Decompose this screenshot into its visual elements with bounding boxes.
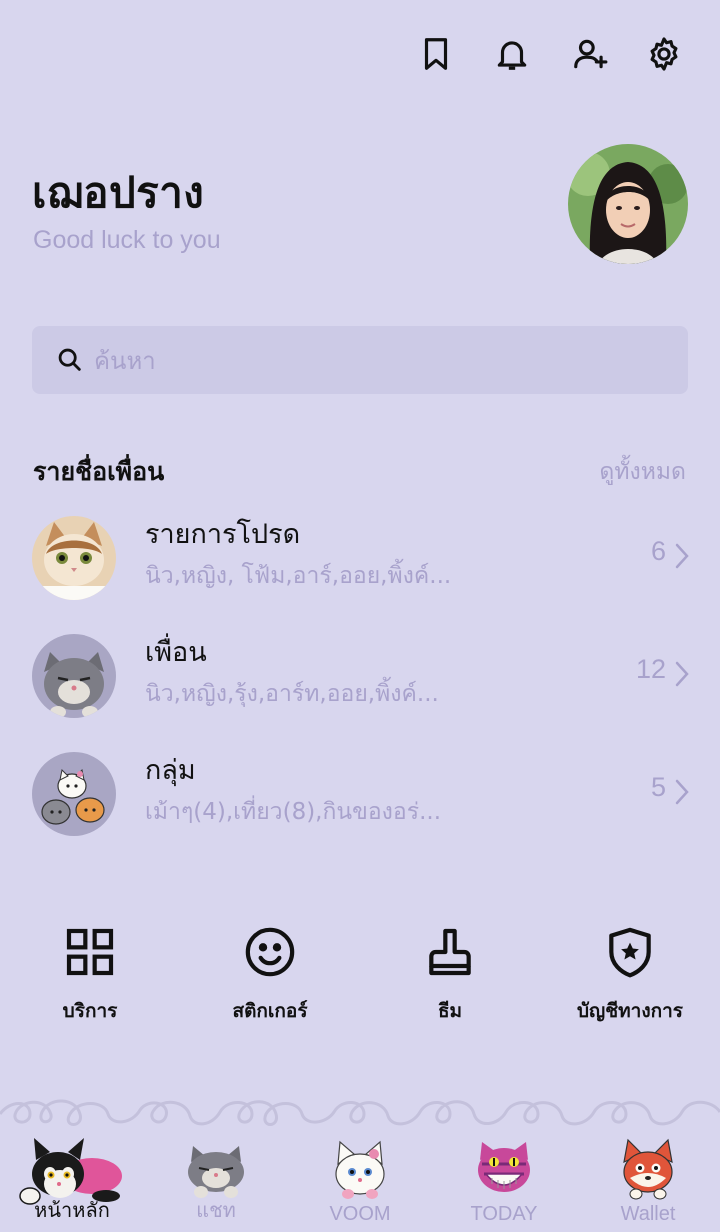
cat-photo-icon — [32, 516, 116, 600]
friends-section-title: รายชื่อเพื่อน — [33, 457, 165, 486]
grid-icon — [66, 928, 114, 976]
tab-today[interactable]: TODAY — [444, 1134, 564, 1232]
services-label: บริการ — [62, 1000, 118, 1022]
smiley-icon — [245, 927, 295, 977]
themes-label: ธีม — [437, 1000, 463, 1022]
bell-icon[interactable] — [490, 32, 534, 76]
friend-group-row-friends[interactable]: เพื่อน นิว,หญิง,รุ้ง,อาร์ท,ออย,พิ้งค์...… — [0, 622, 720, 726]
fox-icon — [623, 1138, 673, 1200]
cat-group-icon — [32, 752, 116, 836]
friend-group-members: เม้าๆ(4),เที่ยว(8),กินของอร่... — [145, 799, 442, 825]
stickers-button[interactable]: สติกเกอร์ — [180, 924, 360, 1034]
friend-group-label: รายการโปรด — [145, 519, 301, 550]
chevron-right-icon — [675, 543, 689, 569]
official-accounts-label: บัญชีทางการ — [577, 1000, 683, 1022]
profile-name[interactable]: เฌอปราง — [32, 160, 204, 226]
grey-cat-icon — [32, 634, 116, 718]
paint-brush-icon — [429, 928, 471, 976]
shield-star-icon — [609, 927, 651, 978]
avatar[interactable] — [568, 144, 688, 264]
stickers-label: สติกเกอร์ — [232, 1000, 308, 1022]
tab-today-label: TODAY — [470, 1203, 538, 1225]
bookmark-icon[interactable] — [414, 32, 458, 76]
tab-wallet[interactable]: Wallet — [588, 1134, 708, 1232]
chevron-right-icon — [675, 661, 689, 687]
see-all-link[interactable]: ดูทั้งหมด — [599, 454, 686, 490]
services-button[interactable]: บริการ — [0, 924, 180, 1034]
tab-home[interactable]: หน้าหลัก — [12, 1134, 132, 1232]
search-input[interactable] — [92, 326, 656, 396]
friend-group-count: 5 — [650, 772, 666, 802]
tab-wallet-label: Wallet — [620, 1203, 676, 1225]
white-cat-icon — [335, 1140, 385, 1199]
chevron-right-icon — [675, 779, 689, 805]
friend-group-label: กลุ่ม — [145, 755, 196, 786]
cheshire-cat-icon — [478, 1142, 530, 1192]
friend-group-row-favorites[interactable]: รายการโปรด นิว,หญิง, โฟ้ม,อาร์,ออย,พิ้งค… — [0, 504, 720, 608]
friend-group-members: นิว,หญิง, โฟ้ม,อาร์,ออย,พิ้งค์... — [145, 563, 452, 589]
search-icon — [58, 348, 81, 371]
profile-status-message[interactable]: Good luck to you — [33, 226, 221, 255]
themes-button[interactable]: ธีม — [360, 924, 540, 1034]
gear-icon[interactable] — [642, 32, 686, 76]
tab-chat-label: แชท — [196, 1200, 236, 1222]
tab-chat[interactable]: แชท — [156, 1134, 276, 1232]
friend-group-row-groups[interactable]: กลุ่ม เม้าๆ(4),เที่ยว(8),กินของอร่... 5 — [0, 740, 720, 844]
tab-home-label: หน้าหลัก — [34, 1200, 110, 1222]
tab-voom-label: VOOM — [329, 1203, 391, 1225]
tab-voom[interactable]: VOOM — [300, 1134, 420, 1232]
friend-group-label: เพื่อน — [145, 637, 207, 668]
squiggle-divider — [0, 1099, 720, 1126]
grey-cat-icon — [188, 1146, 244, 1198]
friend-group-count: 6 — [650, 536, 666, 566]
search-bar[interactable] — [32, 326, 688, 396]
friend-group-count: 12 — [635, 654, 666, 684]
add-friend-icon[interactable] — [568, 32, 612, 76]
official-accounts-button[interactable]: บัญชีทางการ — [540, 924, 720, 1034]
friend-group-members: นิว,หญิง,รุ้ง,อาร์ท,ออย,พิ้งค์... — [145, 681, 439, 707]
